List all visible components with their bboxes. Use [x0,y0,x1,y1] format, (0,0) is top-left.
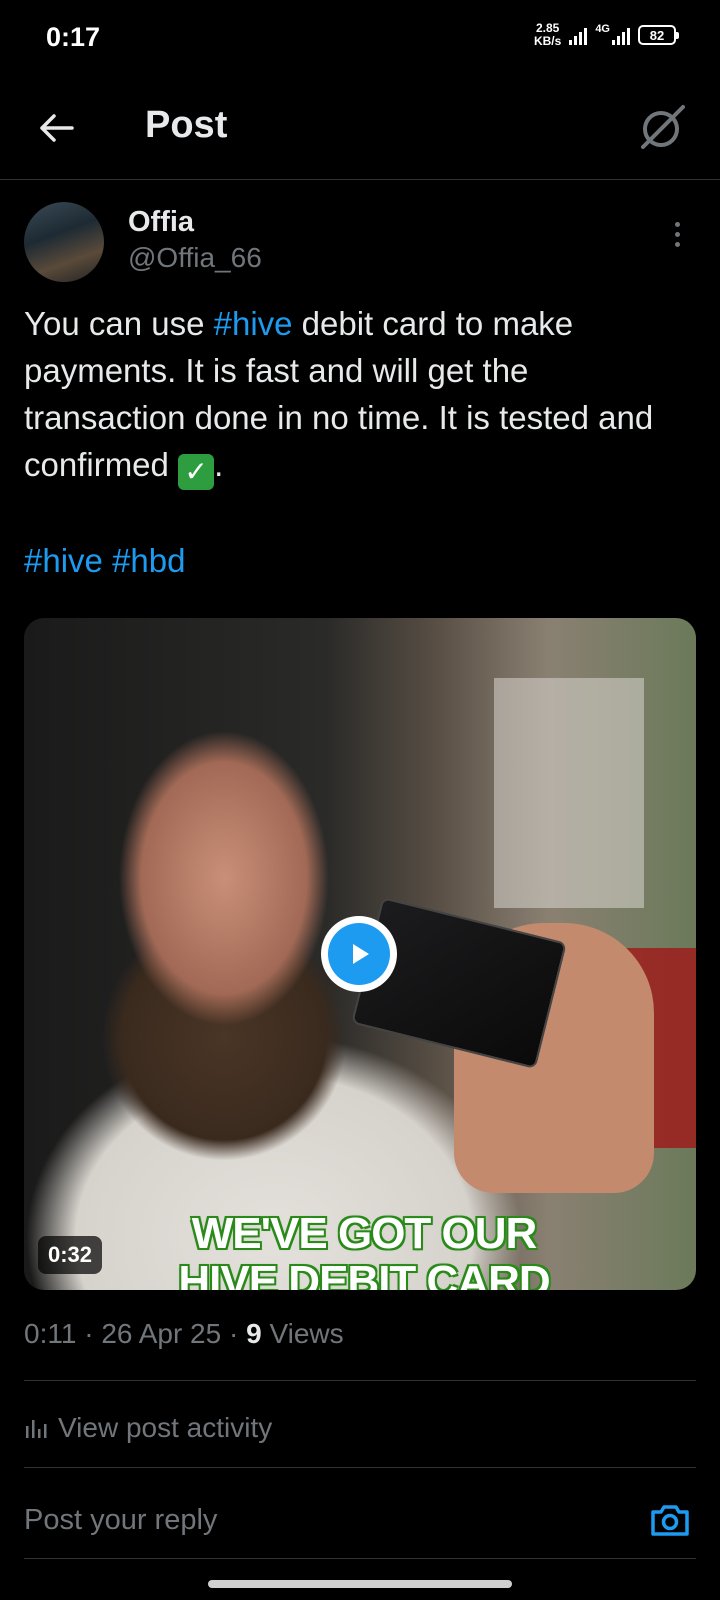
signal-icon [569,25,588,45]
play-icon [353,944,369,964]
grok-button[interactable] [634,100,690,156]
post-meta: 0:11 · 26 Apr 25 · 9 Views [24,1318,344,1349]
author-name[interactable]: Offia [128,206,194,239]
hashtag-link[interactable]: #hive [24,542,103,579]
camera-icon [651,1505,689,1536]
avatar[interactable] [24,202,104,282]
hashtag-link[interactable]: #hive [214,305,293,342]
back-button[interactable] [30,102,82,154]
status-time: 0:17 [46,22,101,52]
activity-label: View post activity [58,1412,273,1443]
video-caption: WE'VE GOT OUR HIVE DEBIT CARD [178,1209,550,1291]
network-speed: 2.85 KB/s [533,21,562,48]
home-indicator[interactable] [208,1580,512,1588]
battery-icon: 82 [638,25,679,45]
author-handle[interactable]: @Offia_66 [128,242,262,274]
background-wall [494,678,644,908]
battery-level: 82 [649,27,665,43]
post-time: 0:11 [24,1318,77,1349]
post-hashtags: #hive #hbd [24,537,185,584]
status-icons: 2.85 KB/s 4G 82 [533,21,679,48]
view-post-activity-button[interactable]: View post activity [24,1398,272,1458]
video-thumbnail[interactable]: WE'VE GOT OUR HIVE DEBIT CARD 0:32 [24,618,696,1290]
arrow-left-icon [40,114,74,142]
camera-button[interactable] [646,1496,694,1544]
more-icon [674,221,680,227]
views-label: Views [269,1318,344,1349]
page-title: Post [145,104,228,146]
post-date: 26 Apr 25 [101,1318,222,1349]
divider [24,1467,696,1468]
video-duration: 0:32 [38,1236,103,1274]
post-author: Offia @Offia_66 [24,202,696,282]
hashtag-link[interactable]: #hbd [112,542,185,579]
more-options-button[interactable] [662,214,692,254]
divider [24,1558,696,1559]
post-text: You can use #hive debit card to make pay… [24,300,696,490]
bar-chart-icon [26,1420,47,1438]
reply-input[interactable] [24,1500,604,1540]
play-button[interactable] [321,916,397,992]
status-bar: 0:17 2.85 KB/s 4G 82 [0,0,720,80]
check-mark-emoji: ✓ [178,454,215,490]
grok-icon [641,105,685,149]
signal-icon-2 [612,25,630,45]
divider [24,1380,696,1381]
app-header: Post [0,80,720,180]
network-type: 4G [595,23,610,35]
views-count: 9 [246,1318,262,1349]
